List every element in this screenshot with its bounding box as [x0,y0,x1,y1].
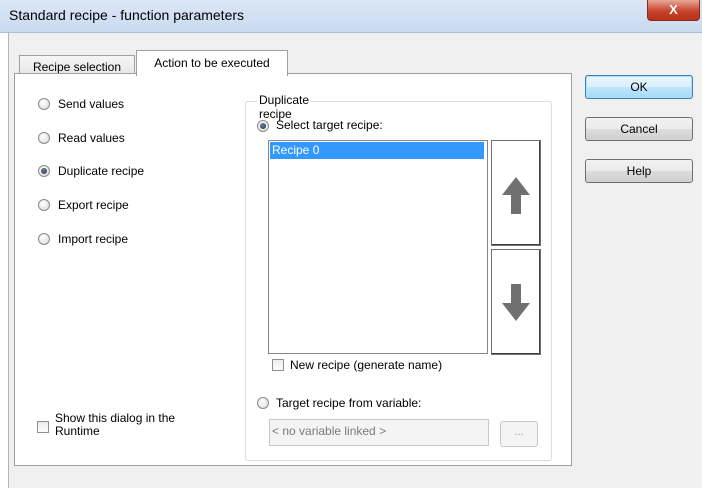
label-read-values: Read values [58,131,125,145]
label-show-dialog-line2: Runtime [55,424,100,438]
label-show-dialog-line1: Show this dialog in the [55,411,176,425]
browse-variable-button[interactable]: ... [500,421,538,447]
move-down-button[interactable] [491,249,541,355]
window-title: Standard recipe - function parameters [9,7,245,23]
label-send-values: Send values [58,97,125,111]
close-button[interactable]: X [647,0,700,21]
up-arrow-icon [502,177,530,214]
label-new-recipe: New recipe (generate name) [290,358,443,372]
radio-export-recipe[interactable] [38,199,50,211]
help-button[interactable]: Help [585,159,693,183]
down-arrow-icon [502,284,530,321]
label-select-target-recipe: Select target recipe: [276,118,383,132]
radio-import-recipe[interactable] [38,233,50,245]
radio-duplicate-recipe[interactable] [38,165,50,177]
radio-select-target-recipe[interactable] [257,120,269,132]
variable-field[interactable]: < no variable linked > [269,419,489,446]
label-target-from-variable: Target recipe from variable: [276,396,422,410]
cancel-button[interactable]: Cancel [585,117,693,141]
label-export-recipe: Export recipe [58,198,129,212]
label-duplicate-recipe: Duplicate recipe [58,164,145,178]
title-bar: Standard recipe - function parameters X [0,0,702,33]
radio-send-values[interactable] [38,98,50,110]
move-up-button[interactable] [491,140,541,246]
duplicate-recipe-group-title: Duplicate recipe [257,93,312,121]
tab-action-to-be-executed[interactable]: Action to be executed [136,50,288,76]
label-import-recipe: Import recipe [58,232,129,246]
label-show-dialog-runtime: Show this dialog in the Runtime [55,412,175,438]
ok-button[interactable]: OK [585,75,693,99]
checkbox-show-dialog-runtime[interactable] [37,421,49,433]
checkbox-new-recipe[interactable] [272,359,284,371]
list-item-recipe-0[interactable]: Recipe 0 [270,142,484,159]
target-recipe-list[interactable]: Recipe 0 [268,140,488,354]
radio-read-values[interactable] [38,132,50,144]
radio-target-from-variable[interactable] [257,397,269,409]
